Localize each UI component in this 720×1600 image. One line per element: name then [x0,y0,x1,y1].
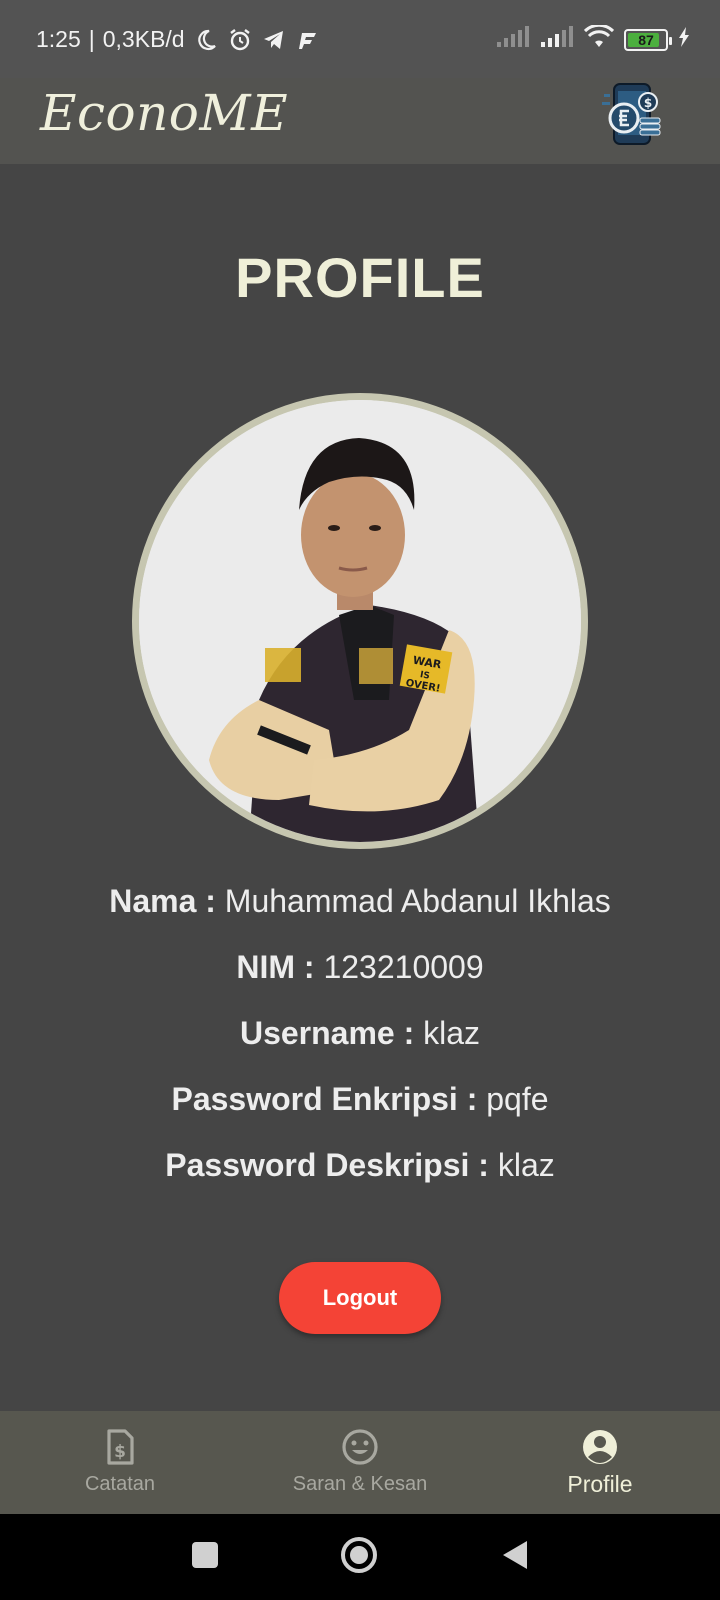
info-label: Nama : [109,883,216,919]
app-bar: EconoME $ [0,78,720,164]
bottom-nav: $ Catatan Saran & Kesan Profile [0,1411,720,1514]
wifi-icon [583,23,615,54]
clock: 1:25 [36,26,81,52]
app-f-icon [295,27,321,53]
nav-label: Catatan [84,1473,156,1495]
page-title: PROFILE [235,246,485,309]
info-value: klaz [423,1015,481,1051]
info-password-deskripsi: Password Deskripsi : klaz [0,1147,720,1184]
logout-button[interactable]: Logout [279,1262,441,1334]
system-nav-bar [0,1514,720,1600]
info-nama: Nama : Muhammad Abdanul Ikhlas [0,883,720,920]
app-title: EconoME [40,84,289,142]
telegram-icon [261,27,287,53]
alarm-icon [227,27,253,53]
back-icon[interactable] [501,1539,529,1576]
info-label: Password Enkripsi : [171,1081,478,1117]
svg-text:$: $ [114,1442,126,1462]
nav-label: Profile [567,1471,633,1497]
info-label: Password Deskripsi : [165,1147,489,1183]
status-bar: 1:25 | 0,3KB/d 87 [0,0,720,78]
charging-icon [678,27,690,52]
svg-text:$: $ [644,96,652,110]
recents-icon[interactable] [191,1541,219,1574]
smiley-icon [340,1427,380,1467]
nav-item-saran-kesan[interactable]: Saran & Kesan [240,1411,480,1514]
signal-icon-2 [540,26,574,53]
info-value: Muhammad Abdanul Ikhlas [224,883,611,919]
info-value: pqfe [486,1081,549,1117]
battery-level: 87 [638,31,654,48]
net-speed: 0,3KB/d [102,26,185,52]
info-label: NIM : [236,949,315,985]
receipt-dollar-icon: $ [100,1427,140,1467]
info-password-enkripsi: Password Enkripsi : pqfe [0,1081,720,1118]
status-left: 1:25 | 0,3KB/d [36,26,321,53]
info-nim: NIM : 123210009 [0,949,720,986]
nav-item-profile[interactable]: Profile [480,1411,720,1514]
account-circle-icon [580,1427,620,1467]
money-phone-logo-icon[interactable]: $ [598,80,666,148]
moon-icon [193,27,219,53]
status-separator: | [88,26,95,52]
status-right: 87 [496,23,690,54]
nav-item-catatan[interactable]: $ Catatan [0,1411,240,1514]
info-value: klaz [497,1147,555,1183]
profile-avatar: WAR IS OVER! [132,393,588,849]
info-value: 123210009 [323,949,484,985]
signal-icon [496,26,530,53]
home-icon[interactable] [340,1536,378,1579]
battery-indicator: 87 [624,28,672,51]
info-label: Username : [239,1015,415,1051]
nav-label: Saran & Kesan [292,1473,428,1495]
info-username: Username : klaz [0,1015,720,1052]
